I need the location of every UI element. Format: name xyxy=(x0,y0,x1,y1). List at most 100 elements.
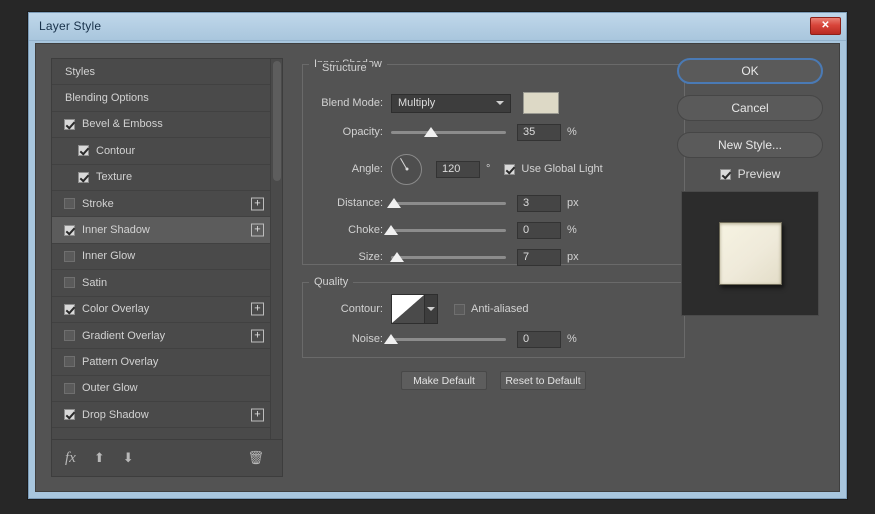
angle-dial[interactable] xyxy=(391,154,422,185)
preview-checkbox[interactable] xyxy=(720,169,731,180)
scrollbar-thumb[interactable] xyxy=(273,61,281,181)
style-list-item[interactable]: Stroke+ xyxy=(52,191,270,217)
close-icon: ✕ xyxy=(821,21,829,31)
size-slider-track xyxy=(391,256,506,259)
size-slider-thumb[interactable] xyxy=(390,252,404,262)
style-list-item[interactable]: Satin xyxy=(52,270,270,296)
opacity-slider-thumb[interactable] xyxy=(424,127,438,137)
style-enable-checkbox[interactable] xyxy=(78,172,89,183)
cancel-button[interactable]: Cancel xyxy=(677,95,823,121)
preview-label: Preview xyxy=(738,167,781,181)
move-down-icon[interactable]: ⬇ xyxy=(123,450,134,466)
style-list-item[interactable]: Styles xyxy=(52,59,270,85)
move-up-icon[interactable]: ⬆ xyxy=(94,450,105,466)
style-list-item-label: Inner Shadow xyxy=(82,224,150,236)
style-list-items: Styles Blending Options Bevel & Emboss Cont… xyxy=(52,59,270,439)
style-list-item[interactable]: Inner Glow xyxy=(52,244,270,270)
contour-label: Contour: xyxy=(303,303,391,315)
contour-dropdown-button[interactable] xyxy=(425,294,438,324)
style-list-item[interactable]: Outer Glow xyxy=(52,376,270,402)
style-list-item[interactable]: Drop Shadow+ xyxy=(52,402,270,428)
add-effect-instance-button[interactable]: + xyxy=(251,303,264,316)
close-button[interactable]: ✕ xyxy=(810,17,841,35)
size-row: Size: 7 px xyxy=(303,246,684,268)
style-list-item-label: Contour xyxy=(96,145,135,157)
make-default-button[interactable]: Make Default xyxy=(401,371,487,390)
opacity-label: Opacity: xyxy=(303,126,391,138)
contour-swatch[interactable] xyxy=(391,294,425,324)
style-list-item[interactable]: Contour xyxy=(52,138,270,164)
size-label: Size: xyxy=(303,251,391,263)
style-enable-checkbox[interactable] xyxy=(64,119,75,130)
add-effect-instance-button[interactable]: + xyxy=(251,197,264,210)
preview-thumbnail xyxy=(681,191,819,316)
use-global-light-label: Use Global Light xyxy=(521,163,602,175)
add-effect-instance-button[interactable]: + xyxy=(251,408,264,421)
title-bar: Layer Style ✕ xyxy=(29,13,846,41)
style-list-item[interactable]: Texture xyxy=(52,165,270,191)
style-list-item[interactable]: Blending Options xyxy=(52,85,270,111)
use-global-light-checkbox[interactable] xyxy=(504,164,515,175)
angle-dial-hub xyxy=(405,168,408,171)
style-enable-checkbox[interactable] xyxy=(64,409,75,420)
shadow-color-swatch[interactable] xyxy=(523,92,559,114)
distance-slider-thumb[interactable] xyxy=(387,198,401,208)
structure-legend: Structure xyxy=(317,62,372,74)
angle-input[interactable]: 120 xyxy=(436,161,480,178)
style-enable-checkbox[interactable] xyxy=(64,277,75,288)
defaults-button-row: Make Default Reset to Default xyxy=(302,371,685,390)
style-list-item[interactable]: Color Overlay + xyxy=(52,297,270,323)
distance-slider[interactable] xyxy=(391,195,506,211)
style-list-item-label: Blending Options xyxy=(52,92,149,104)
ok-button[interactable]: OK xyxy=(677,58,823,84)
choke-slider-thumb[interactable] xyxy=(384,225,398,235)
new-style-button[interactable]: New Style... xyxy=(677,132,823,158)
use-global-light-toggle[interactable]: Use Global Light xyxy=(504,163,602,175)
size-slider[interactable] xyxy=(391,249,506,265)
choke-input[interactable]: 0 xyxy=(517,222,561,239)
add-effect-instance-button[interactable]: + xyxy=(251,329,264,342)
actions-panel: OK Cancel New Style... Preview xyxy=(677,58,823,316)
style-list-item-label: Color Overlay xyxy=(82,303,149,315)
fx-icon[interactable]: fx xyxy=(65,450,76,467)
add-effect-instance-button[interactable]: + xyxy=(251,224,264,237)
sidebar-toolbar: fx ⬆ ⬇ 🗑 xyxy=(52,440,282,476)
delete-icon[interactable]: 🗑 xyxy=(247,450,264,466)
distance-input[interactable]: 3 xyxy=(517,195,561,212)
opacity-slider[interactable] xyxy=(391,124,506,140)
style-enable-checkbox[interactable] xyxy=(64,383,75,394)
style-enable-checkbox[interactable] xyxy=(64,198,75,209)
style-list-item[interactable]: Inner Shadow + xyxy=(52,217,270,243)
style-list: Styles Blending Options Bevel & Emboss Cont… xyxy=(52,59,282,440)
anti-aliased-toggle[interactable]: Anti-aliased xyxy=(454,303,528,315)
blend-mode-label: Blend Mode: xyxy=(303,97,391,109)
layer-style-dialog: Layer Style ✕ Styles Blending Options Beve… xyxy=(28,12,847,499)
style-list-item[interactable]: Pattern Overlay xyxy=(52,349,270,375)
style-enable-checkbox[interactable] xyxy=(78,145,89,156)
style-list-scrollbar[interactable] xyxy=(270,59,282,439)
choke-slider[interactable] xyxy=(391,222,506,238)
opacity-input[interactable]: 35 xyxy=(517,124,561,141)
style-enable-checkbox[interactable] xyxy=(64,225,75,236)
reset-to-default-button[interactable]: Reset to Default xyxy=(500,371,586,390)
style-list-item[interactable]: Bevel & Emboss xyxy=(52,112,270,138)
choke-row: Choke: 0 % xyxy=(303,219,684,241)
style-enable-checkbox[interactable] xyxy=(64,356,75,367)
blend-mode-select[interactable]: Multiply xyxy=(391,94,511,113)
style-enable-checkbox[interactable] xyxy=(64,330,75,341)
angle-label: Angle: xyxy=(303,163,391,175)
noise-slider-thumb[interactable] xyxy=(384,334,398,344)
anti-aliased-checkbox[interactable] xyxy=(454,304,465,315)
noise-slider[interactable] xyxy=(391,331,506,347)
noise-row: Noise: 0 % xyxy=(303,328,684,350)
blend-mode-row: Blend Mode: Multiply xyxy=(303,92,684,114)
distance-unit: px xyxy=(567,197,579,209)
size-input[interactable]: 7 xyxy=(517,249,561,266)
style-enable-checkbox[interactable] xyxy=(64,304,75,315)
style-enable-checkbox[interactable] xyxy=(64,251,75,262)
style-list-item[interactable]: Gradient Overlay+ xyxy=(52,323,270,349)
preview-toggle[interactable]: Preview xyxy=(677,167,823,181)
style-list-item-label: Satin xyxy=(82,277,107,289)
noise-input[interactable]: 0 xyxy=(517,331,561,348)
size-unit: px xyxy=(567,251,579,263)
